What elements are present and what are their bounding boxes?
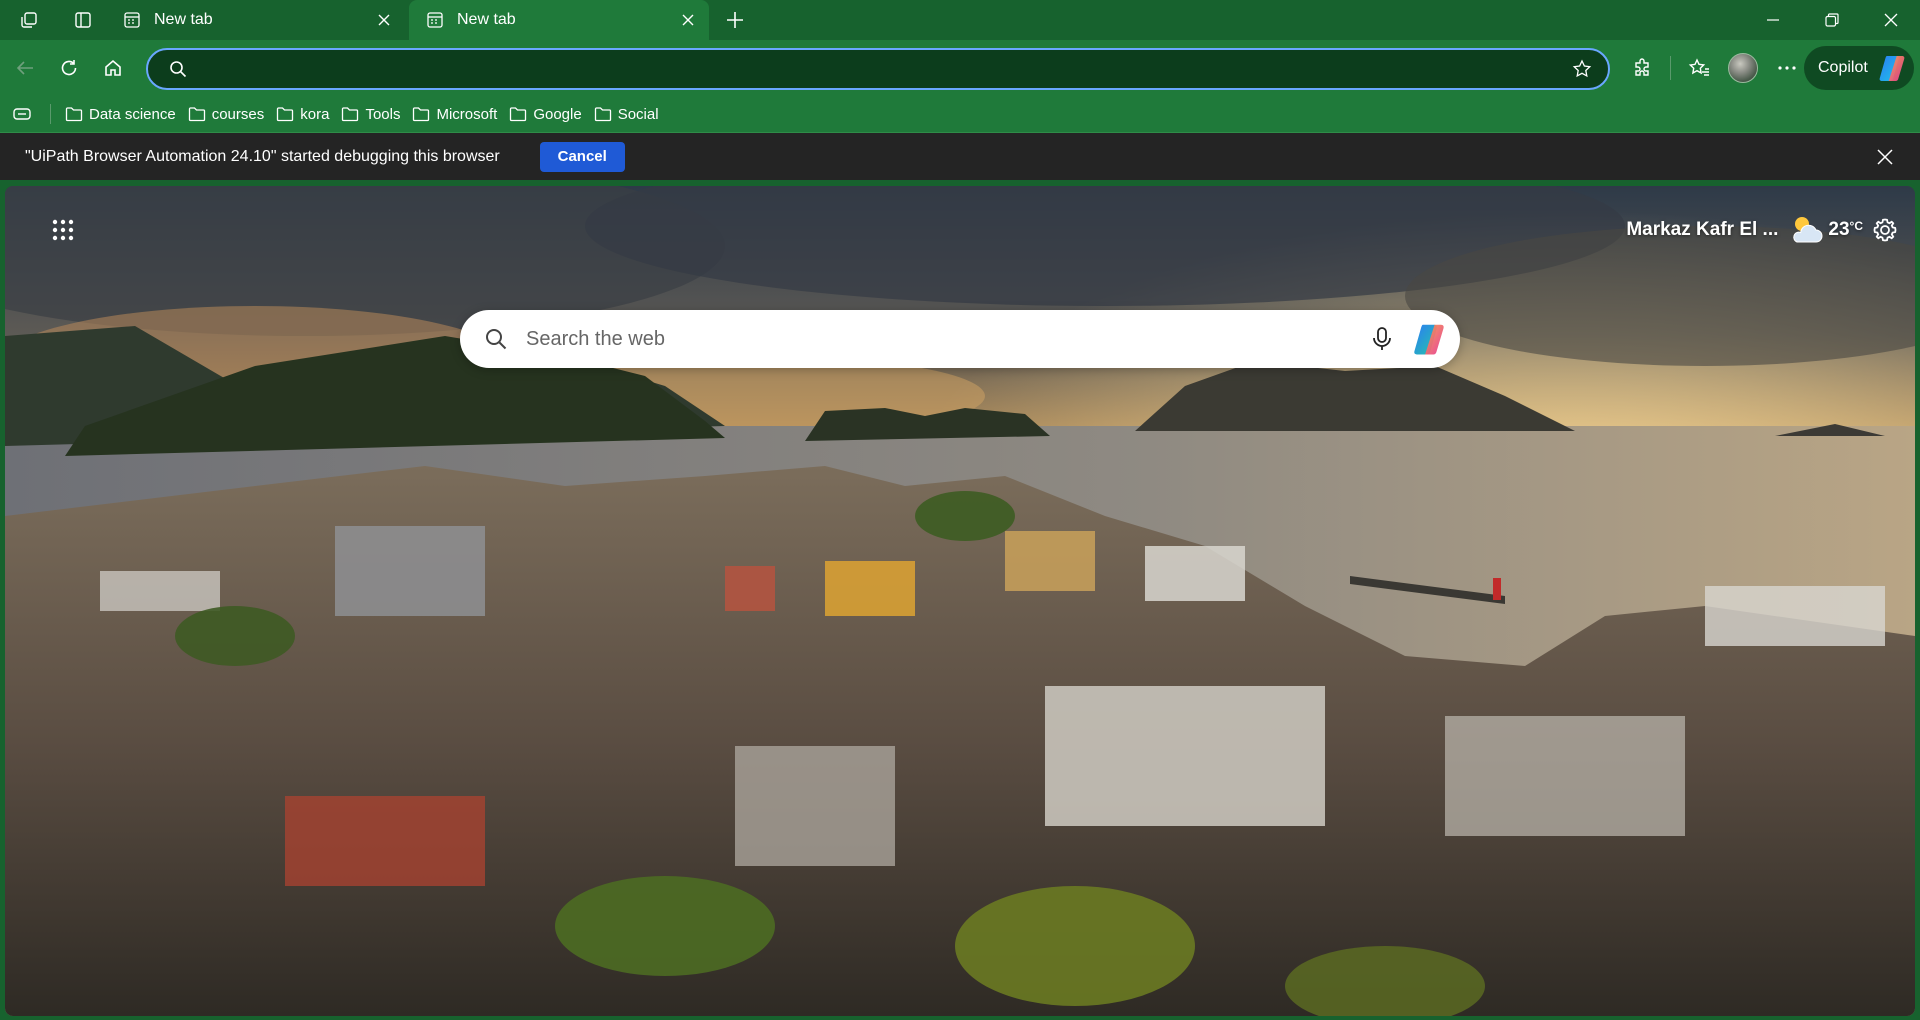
folder-icon (412, 106, 436, 122)
workspaces-icon[interactable] (0, 0, 58, 40)
favorite-label: Google (533, 105, 582, 123)
close-tab-icon[interactable] (673, 5, 703, 35)
new-tab-page: Markaz Kafr El ... 23°C (5, 186, 1915, 1016)
add-favorite-star-icon[interactable] (1560, 50, 1604, 88)
vertical-tabs-icon[interactable] (58, 0, 108, 40)
weather-widget[interactable]: Markaz Kafr El ... 23°C (1626, 210, 1863, 250)
folder-icon (594, 106, 618, 122)
weather-temperature: 23°C (1828, 219, 1863, 241)
close-infobar-icon[interactable] (1870, 142, 1900, 172)
favorite-folder-google[interactable]: Google (503, 99, 587, 129)
favorite-label: kora (300, 105, 330, 123)
favorite-label: Social (617, 105, 659, 123)
search-input[interactable] (526, 310, 1360, 368)
window-controls (1743, 0, 1920, 40)
refresh-button[interactable] (47, 46, 91, 90)
favorite-folder-data-science[interactable]: Data science (59, 99, 182, 129)
favorite-label: courses (211, 105, 265, 123)
folder-icon (509, 106, 533, 122)
cancel-debugging-button[interactable]: Cancel (539, 141, 625, 172)
favorites-icon[interactable] (1677, 46, 1721, 90)
folder-icon (341, 106, 365, 122)
temperature-value: 23 (1828, 219, 1850, 240)
infobar-message: "UiPath Browser Automation 24.10" starte… (25, 147, 500, 165)
new-tab-page-icon (425, 10, 445, 30)
toolbar-divider (1670, 56, 1671, 80)
favorites-divider (50, 104, 51, 124)
favorite-folder-kora[interactable]: kora (270, 99, 335, 129)
tab-title: New tab (154, 11, 213, 28)
home-button[interactable] (91, 46, 135, 90)
address-input[interactable] (200, 50, 1560, 88)
copilot-logo-icon (1879, 56, 1905, 81)
new-tab-button[interactable] (713, 0, 757, 40)
folder-icon (65, 106, 89, 122)
folder-icon (276, 106, 300, 122)
copilot-button[interactable]: Copilot (1804, 46, 1914, 90)
favorites-bar: Data science courses kora Tools Microsoft Goo… (0, 96, 1920, 132)
web-search-box[interactable] (460, 310, 1460, 368)
temperature-unit: °C (1849, 219, 1863, 233)
tab-strip: New tab New tab (0, 0, 1920, 40)
partly-cloudy-icon (1793, 217, 1823, 243)
tab-new-tab-2[interactable]: New tab (409, 0, 709, 40)
favorite-label: Microsoft (436, 105, 498, 123)
tab-title: New tab (457, 11, 516, 28)
page-settings-icon[interactable] (1865, 210, 1905, 250)
favorite-folder-social[interactable]: Social (588, 99, 665, 129)
favorite-folder-courses[interactable]: courses (182, 99, 271, 129)
minimize-icon[interactable] (1743, 0, 1802, 40)
more-options-icon[interactable] (1765, 46, 1809, 90)
avatar (1728, 53, 1758, 83)
toolbar-actions (1620, 46, 1809, 90)
close-tab-icon[interactable] (369, 5, 399, 35)
favorite-label: Tools (365, 105, 401, 123)
search-icon (466, 310, 526, 368)
favorite-folder-tools[interactable]: Tools (335, 99, 406, 129)
restore-icon[interactable] (1802, 0, 1861, 40)
favorite-folder-microsoft[interactable]: Microsoft (406, 99, 503, 129)
copilot-label: Copilot (1818, 59, 1868, 76)
tab-new-tab-1[interactable]: New tab (108, 0, 405, 40)
browser-apps-icon[interactable] (0, 96, 44, 132)
favorites-list: Data science courses kora Tools Microsoft Goo… (59, 99, 665, 129)
close-window-icon[interactable] (1861, 0, 1920, 40)
extensions-icon[interactable] (1620, 46, 1664, 90)
apps-grid-icon[interactable] (41, 208, 85, 252)
microphone-icon[interactable] (1360, 317, 1404, 361)
navigation-toolbar: Copilot (0, 40, 1920, 96)
search-icon (156, 50, 200, 88)
new-tab-page-icon (122, 10, 142, 30)
back-button[interactable] (3, 46, 47, 90)
address-bar[interactable] (146, 48, 1610, 90)
folder-icon (188, 106, 212, 122)
favorite-label: Data science (89, 105, 176, 123)
weather-location: Markaz Kafr El ... (1626, 219, 1779, 240)
debugging-infobar: "UiPath Browser Automation 24.10" starte… (0, 132, 1920, 180)
profile-avatar[interactable] (1721, 46, 1765, 90)
copilot-search-icon[interactable] (1404, 314, 1454, 364)
